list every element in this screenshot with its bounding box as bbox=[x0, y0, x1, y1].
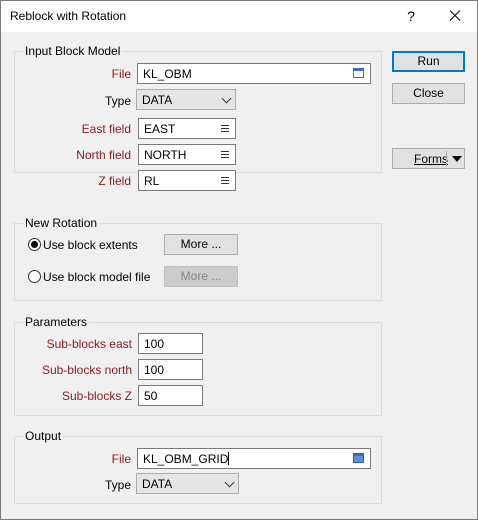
group-title: Output bbox=[23, 429, 64, 443]
sub-blocks-north-label: Sub-blocks north bbox=[41, 363, 132, 377]
forms-button[interactable]: Forms bbox=[392, 148, 465, 169]
close-button[interactable]: Close bbox=[392, 83, 465, 104]
dialog-window: Reblock with Rotation ? Input Block Mode… bbox=[0, 0, 478, 520]
forms-separator bbox=[446, 151, 447, 166]
use-block-model-file-radio[interactable] bbox=[28, 270, 41, 283]
title-bar: Reblock with Rotation ? bbox=[1, 1, 477, 32]
output-type-select[interactable]: DATA bbox=[136, 473, 239, 494]
north-field-label: North field bbox=[76, 148, 131, 162]
sub-blocks-z-input[interactable]: 50 bbox=[138, 385, 203, 406]
group-title: New Rotation bbox=[23, 216, 100, 230]
z-field-input[interactable]: RL bbox=[138, 170, 236, 191]
list-icon[interactable] bbox=[221, 125, 229, 132]
browse-icon[interactable] bbox=[353, 453, 364, 463]
use-block-model-file-label[interactable]: Use block model file bbox=[43, 270, 150, 284]
more-button-disabled: More ... bbox=[164, 266, 238, 287]
text-cursor bbox=[228, 452, 230, 465]
close-icon[interactable] bbox=[443, 5, 467, 27]
east-field-input[interactable]: EAST bbox=[138, 118, 236, 139]
input-type-label: Type bbox=[104, 94, 131, 108]
help-button[interactable]: ? bbox=[399, 5, 423, 27]
dropdown-arrow-icon[interactable] bbox=[452, 156, 462, 162]
output-file-label: File bbox=[111, 452, 131, 466]
chevron-down-icon bbox=[224, 477, 235, 488]
browse-icon[interactable] bbox=[353, 68, 364, 78]
east-field-label: East field bbox=[81, 122, 131, 136]
sub-blocks-east-label: Sub-blocks east bbox=[46, 337, 132, 351]
group-title: Parameters bbox=[23, 315, 90, 329]
input-type-select[interactable]: DATA bbox=[136, 89, 236, 110]
dialog-title: Reblock with Rotation bbox=[10, 9, 127, 23]
sub-blocks-z-label: Sub-blocks Z bbox=[61, 389, 132, 403]
output-type-label: Type bbox=[104, 478, 131, 492]
group-title: Input Block Model bbox=[23, 44, 123, 58]
output-file-field[interactable]: KL_OBM_GRID bbox=[137, 448, 371, 469]
chevron-down-icon bbox=[221, 93, 232, 104]
forms-label: Forms bbox=[414, 152, 448, 166]
input-file-field[interactable]: KL_OBM bbox=[137, 63, 371, 84]
list-icon[interactable] bbox=[221, 151, 229, 158]
north-field-input[interactable]: NORTH bbox=[138, 144, 236, 165]
use-block-extents-label[interactable]: Use block extents bbox=[43, 238, 138, 252]
z-field-label: Z field bbox=[98, 174, 131, 188]
use-block-extents-radio[interactable] bbox=[28, 238, 41, 251]
sub-blocks-north-input[interactable]: 100 bbox=[138, 359, 203, 380]
list-icon[interactable] bbox=[221, 177, 229, 184]
run-button[interactable]: Run bbox=[392, 51, 465, 72]
more-button[interactable]: More ... bbox=[164, 234, 238, 255]
input-file-label: File bbox=[111, 67, 131, 81]
sub-blocks-east-input[interactable]: 100 bbox=[138, 333, 203, 354]
